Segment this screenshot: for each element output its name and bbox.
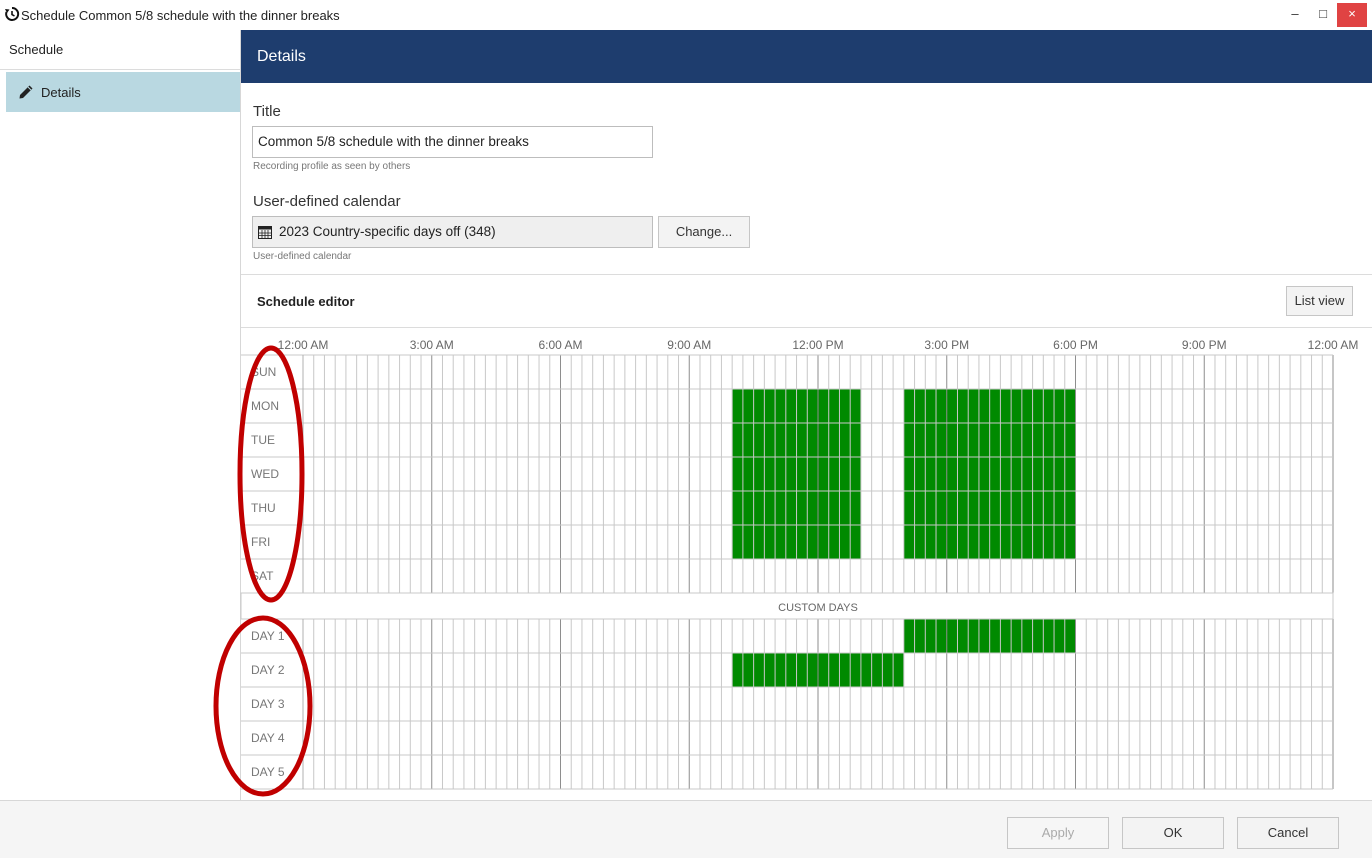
- time-label: 9:00 PM: [1182, 338, 1227, 352]
- custom-day-label: DAY 4: [251, 731, 285, 745]
- time-label: 6:00 AM: [538, 338, 582, 352]
- ok-button[interactable]: OK: [1122, 817, 1224, 849]
- dialog-footer: Apply OK Cancel: [0, 800, 1372, 858]
- custom-days-label: CUSTOM DAYS: [778, 602, 858, 614]
- custom-day-label: DAY 1: [251, 629, 285, 643]
- week-day-label: TUE: [251, 433, 275, 447]
- time-label: 12:00 AM: [1308, 338, 1359, 352]
- custom-day-label: DAY 5: [251, 765, 285, 779]
- time-label: 12:00 AM: [278, 338, 329, 352]
- time-label: 9:00 AM: [667, 338, 711, 352]
- custom-day-label: DAY 3: [251, 697, 285, 711]
- time-label: 3:00 PM: [924, 338, 969, 352]
- week-day-label: WED: [251, 467, 279, 481]
- apply-button[interactable]: Apply: [1007, 817, 1109, 849]
- schedule-grid[interactable]: 12:00 AM 3:00 AM 6:00 AM 9:00 AM 12:00 PM 3:0…: [0, 0, 1372, 800]
- time-label: 12:00 PM: [792, 338, 843, 352]
- week-day-label: FRI: [251, 535, 270, 549]
- cancel-button[interactable]: Cancel: [1237, 817, 1339, 849]
- custom-day-label: DAY 2: [251, 663, 285, 677]
- week-day-label: MON: [251, 399, 279, 413]
- time-label: 3:00 AM: [410, 338, 454, 352]
- week-day-label: THU: [251, 501, 276, 515]
- time-label: 6:00 PM: [1053, 338, 1098, 352]
